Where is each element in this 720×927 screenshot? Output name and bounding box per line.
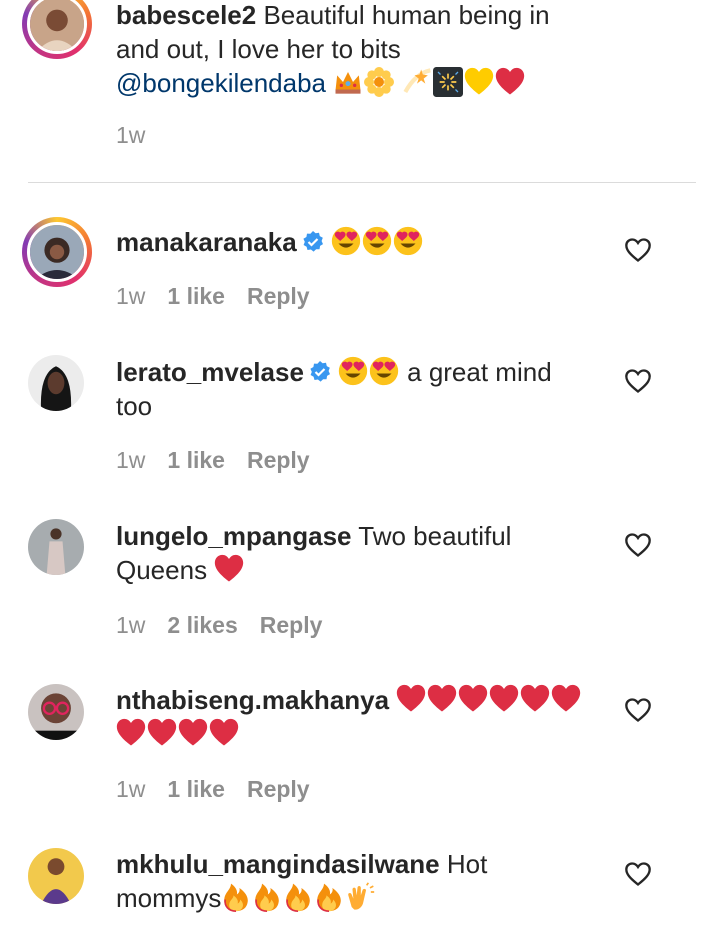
comment-time: 1w	[116, 283, 146, 309]
fire-emoji-icon	[221, 882, 251, 912]
heart-eyes-emoji-icon	[369, 356, 399, 386]
red-heart-emoji-icon	[178, 718, 208, 748]
comment-time: 1w	[116, 776, 146, 802]
comment-time: 1w	[116, 612, 146, 638]
reply-button[interactable]: Reply	[247, 776, 310, 803]
clapping-hands-emoji-icon	[345, 882, 375, 912]
comment-meta: 1w 1 like Reply	[116, 776, 310, 803]
comment-likes[interactable]: 1 like	[167, 447, 225, 474]
divider	[28, 182, 696, 183]
red-heart-emoji-icon	[551, 684, 581, 714]
comment-username[interactable]: manakaranaka	[116, 227, 297, 257]
comment-time: 1w	[116, 447, 146, 473]
comment-text: lungelo_mpangase Two beautiful Queens	[116, 519, 586, 587]
comment-likes[interactable]: 1 like	[167, 283, 225, 310]
comment-meta: 1w 1 like Reply	[116, 283, 310, 310]
heart-outline-icon[interactable]	[624, 236, 652, 264]
avatar[interactable]	[28, 848, 84, 904]
avatar[interactable]	[28, 684, 84, 740]
verified-badge-icon	[308, 360, 332, 384]
fire-emoji-icon	[252, 882, 282, 912]
comment-text: nthabiseng.makhanya	[116, 683, 586, 751]
fire-emoji-icon	[314, 882, 344, 912]
dizzy-emoji-icon	[402, 67, 432, 97]
red-heart-emoji-icon	[458, 684, 488, 714]
comment-username[interactable]: nthabiseng.makhanya	[116, 685, 389, 715]
red-heart-emoji-icon	[520, 684, 550, 714]
red-heart-emoji-icon	[396, 684, 426, 714]
heart-eyes-emoji-icon	[338, 356, 368, 386]
crown-emoji-icon	[333, 67, 363, 97]
heart-eyes-emoji-icon	[331, 226, 361, 256]
heart-outline-icon[interactable]	[624, 860, 652, 888]
comment-username[interactable]: lerato_mvelase	[116, 357, 304, 387]
comment-meta: 1w 2 likes Reply	[116, 612, 322, 639]
red-heart-emoji-icon	[214, 554, 244, 584]
flower-emoji-icon	[364, 67, 394, 97]
comment-meta: 1w	[116, 122, 145, 149]
red-heart-emoji-icon	[495, 67, 525, 97]
heart-outline-icon[interactable]	[624, 696, 652, 724]
avatar[interactable]	[22, 0, 92, 59]
comment-username[interactable]: mkhulu_mangindasilwane	[116, 849, 440, 879]
reply-button[interactable]: Reply	[260, 612, 323, 639]
heart-eyes-emoji-icon	[362, 226, 392, 256]
yellow-heart-emoji-icon	[464, 67, 494, 97]
comment-username[interactable]: babescele2	[116, 0, 256, 30]
verified-badge-icon	[301, 230, 325, 254]
comment-meta: 1w 1 like Reply	[116, 447, 310, 474]
heart-outline-icon[interactable]	[624, 367, 652, 395]
fireworks-emoji-icon	[433, 67, 463, 97]
red-heart-emoji-icon	[489, 684, 519, 714]
avatar[interactable]	[28, 519, 84, 575]
heart-outline-icon[interactable]	[624, 531, 652, 559]
comment-text: lerato_mvelase a great mind too	[116, 355, 586, 423]
comment-text: mkhulu_mangindasilwane Hot mommys	[116, 847, 586, 915]
comment-text: manakaranaka	[116, 225, 586, 259]
comment-username[interactable]: lungelo_mpangase	[116, 521, 352, 551]
avatar[interactable]	[22, 217, 92, 287]
avatar[interactable]	[28, 355, 84, 411]
red-heart-emoji-icon	[209, 718, 239, 748]
comment-time: 1w	[116, 122, 146, 148]
comment-likes[interactable]: 2 likes	[167, 612, 237, 639]
comment-likes[interactable]: 1 like	[167, 776, 225, 803]
reply-button[interactable]: Reply	[247, 447, 310, 474]
red-heart-emoji-icon	[147, 718, 177, 748]
reply-button[interactable]: Reply	[247, 283, 310, 310]
mention-link[interactable]: @bongekilendaba	[116, 68, 326, 98]
fire-emoji-icon	[283, 882, 313, 912]
heart-eyes-emoji-icon	[393, 226, 423, 256]
red-heart-emoji-icon	[427, 684, 457, 714]
red-heart-emoji-icon	[116, 718, 146, 748]
comment-text: babescele2 Beautiful human being in and …	[116, 0, 586, 100]
